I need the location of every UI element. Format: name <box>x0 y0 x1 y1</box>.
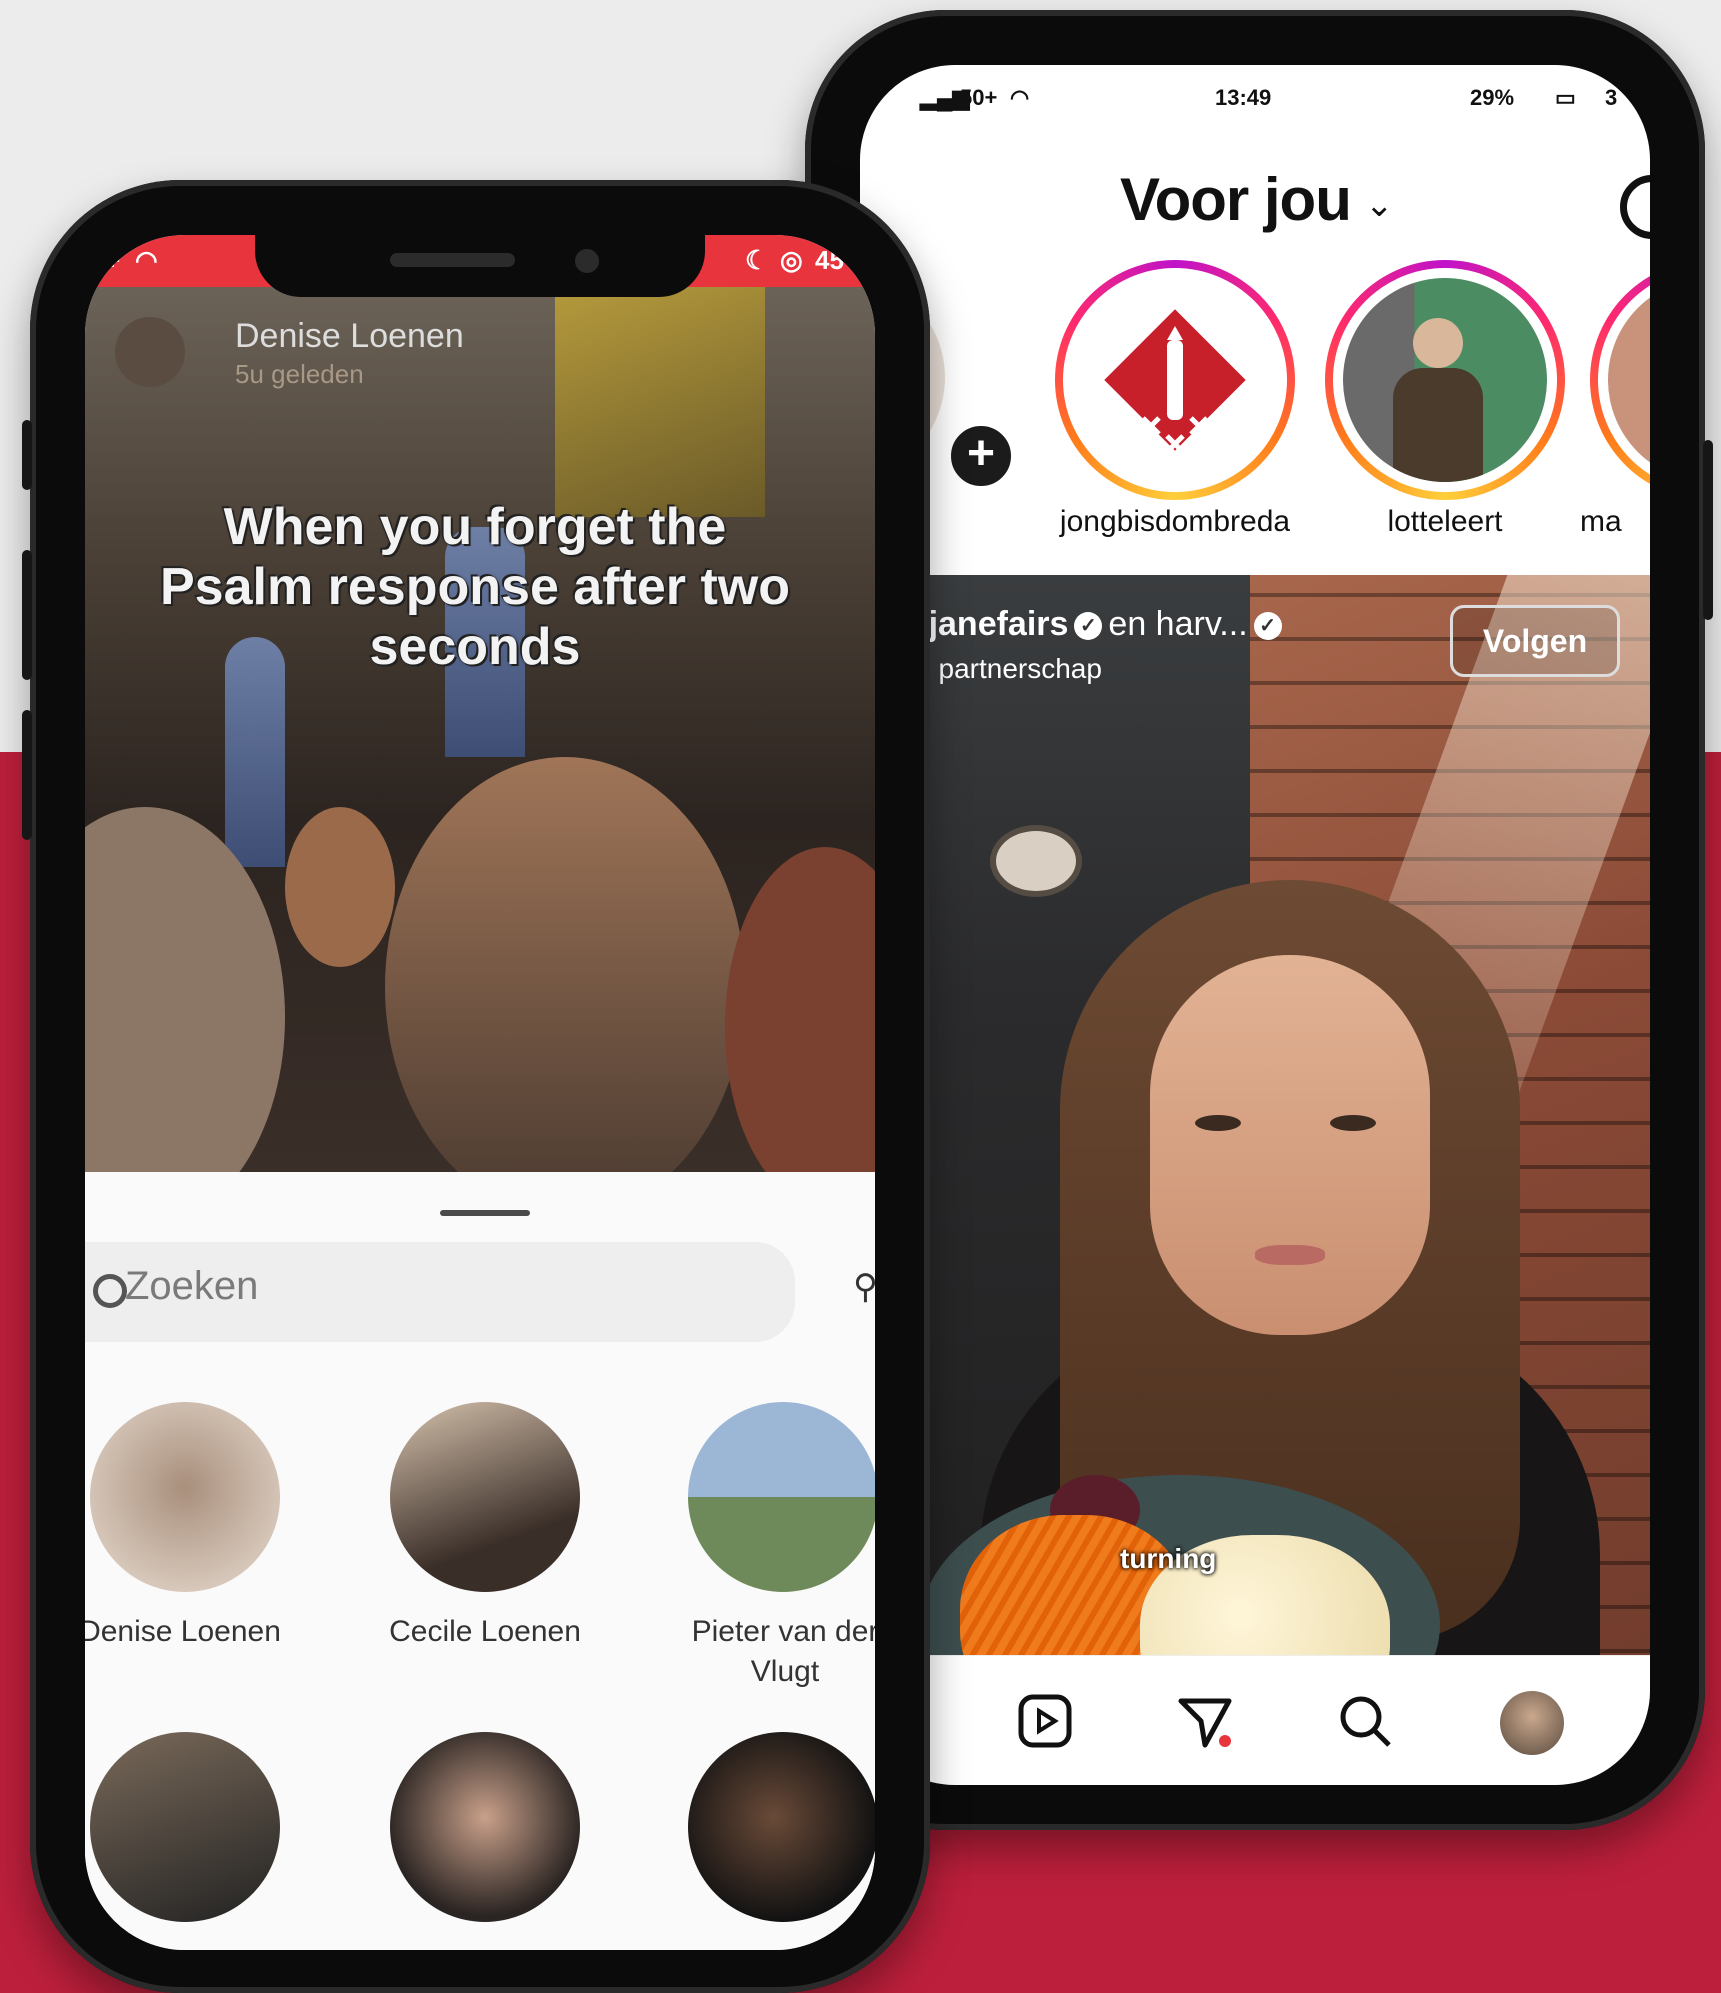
story-avatar <box>1343 278 1547 482</box>
post-username[interactable]: nilyjanefairs ✓ en harv... ✓ <box>870 605 1288 644</box>
side-button <box>22 420 32 490</box>
battery-charging-icon: ▭ <box>1555 85 1576 110</box>
signal-label: 50+ <box>960 85 998 110</box>
send-icon[interactable] <box>1175 1691 1235 1751</box>
moon-icon: ☾ <box>745 245 769 275</box>
reel-post[interactable]: nilyjanefairs ✓ en harv... ✓ taald partners… <box>860 575 1650 1785</box>
person-face <box>1150 955 1430 1335</box>
add-story-icon[interactable]: + <box>945 420 1017 492</box>
chevron-down-icon[interactable]: ⌄ <box>1365 185 1394 225</box>
story-avatar <box>1073 278 1277 482</box>
side-button <box>1703 440 1713 620</box>
search-placeholder: Zoeken <box>125 1264 259 1308</box>
contact-avatar[interactable] <box>390 1402 580 1592</box>
verified-badge-icon: ✓ <box>1253 612 1282 641</box>
phone-instagram: + ▂▄▆ 50+ ◠ 13:49 29% ▭ 3 Voor jou ⌄ + a… <box>797 10 1713 1830</box>
status-left: + <box>870 85 883 110</box>
profile-avatar[interactable] <box>1500 1691 1564 1755</box>
video-caption: turning <box>1120 1543 1217 1574</box>
notch <box>255 235 705 297</box>
author-avatar[interactable] <box>115 317 185 387</box>
ceiling-lamp <box>990 825 1082 897</box>
contact-name: Pieter van der Vlugt <box>691 1615 875 1688</box>
battery-label: 29% <box>1470 85 1515 110</box>
bottom-nav <box>860 1655 1650 1785</box>
wifi-icon: ◠ <box>135 245 158 275</box>
share-sheet: Zoeken ⚲ Denise Loenen Cecile Loenen Pie… <box>85 1172 875 1950</box>
verified-badge-icon: ✓ <box>1074 612 1103 641</box>
contact-avatar[interactable] <box>90 1732 280 1922</box>
author-name[interactable]: Denise Loenen <box>235 317 464 356</box>
story-label: ma <box>1580 505 1622 538</box>
story-next[interactable] <box>1590 260 1650 500</box>
side-button <box>22 710 32 840</box>
contact-avatar[interactable] <box>390 1732 580 1922</box>
post-time: 5u geleden <box>235 359 364 389</box>
battery-label: 45 <box>815 245 844 275</box>
diocese-logo-icon <box>1104 309 1246 454</box>
share-screen: + ◠ ☾ ◎ 45 Denise Loenen 5u geleden When… <box>85 235 875 1950</box>
side-button <box>22 550 32 680</box>
shared-video[interactable]: Denise Loenen 5u geleden When you forget… <box>85 287 875 1172</box>
contact-name: Denise Loenen <box>85 1615 281 1648</box>
video-caption: When you forget the Psalm response after… <box>160 498 790 676</box>
story-jongbisdombreda[interactable] <box>1055 260 1295 500</box>
story-label: jongbisdombreda <box>1059 505 1291 538</box>
search-icon[interactable] <box>1620 175 1650 239</box>
follow-button[interactable]: Volgen <box>1450 605 1620 677</box>
sheet-grabber[interactable] <box>440 1210 530 1216</box>
instagram-screen: + ▂▄▆ 50+ ◠ 13:49 29% ▭ 3 Voor jou ⌄ + a… <box>860 65 1650 1785</box>
add-people-icon[interactable]: ⚲ <box>853 1267 875 1307</box>
wifi-icon: ◠ <box>1010 85 1030 110</box>
status-time: 13:49 <box>1215 85 1272 110</box>
contact-avatar[interactable] <box>90 1402 280 1592</box>
reels-icon[interactable] <box>1015 1691 1075 1751</box>
story-lotteleert[interactable] <box>1325 260 1565 500</box>
status-extra: 3 <box>1605 85 1618 110</box>
feed-header: Voor jou ⌄ <box>860 145 1650 245</box>
contact-avatar[interactable] <box>688 1402 875 1592</box>
phone-share-sheet: + ◠ ☾ ◎ 45 Denise Loenen 5u geleden When… <box>22 180 930 1993</box>
search-input[interactable]: Zoeken <box>85 1242 795 1342</box>
rotation-lock-icon: ◎ <box>780 245 803 275</box>
contact-avatar[interactable] <box>688 1732 875 1922</box>
status-left: + <box>105 245 121 275</box>
contact-name: Cecile Loenen <box>389 1615 581 1648</box>
search-icon <box>93 1274 127 1308</box>
status-bar: + ▂▄▆ 50+ ◠ 13:49 29% ▭ 3 <box>860 65 1650 125</box>
feed-title[interactable]: Voor jou <box>1120 165 1352 234</box>
story-label: lotteleert <box>1387 505 1503 538</box>
search-icon[interactable] <box>1335 1691 1395 1751</box>
